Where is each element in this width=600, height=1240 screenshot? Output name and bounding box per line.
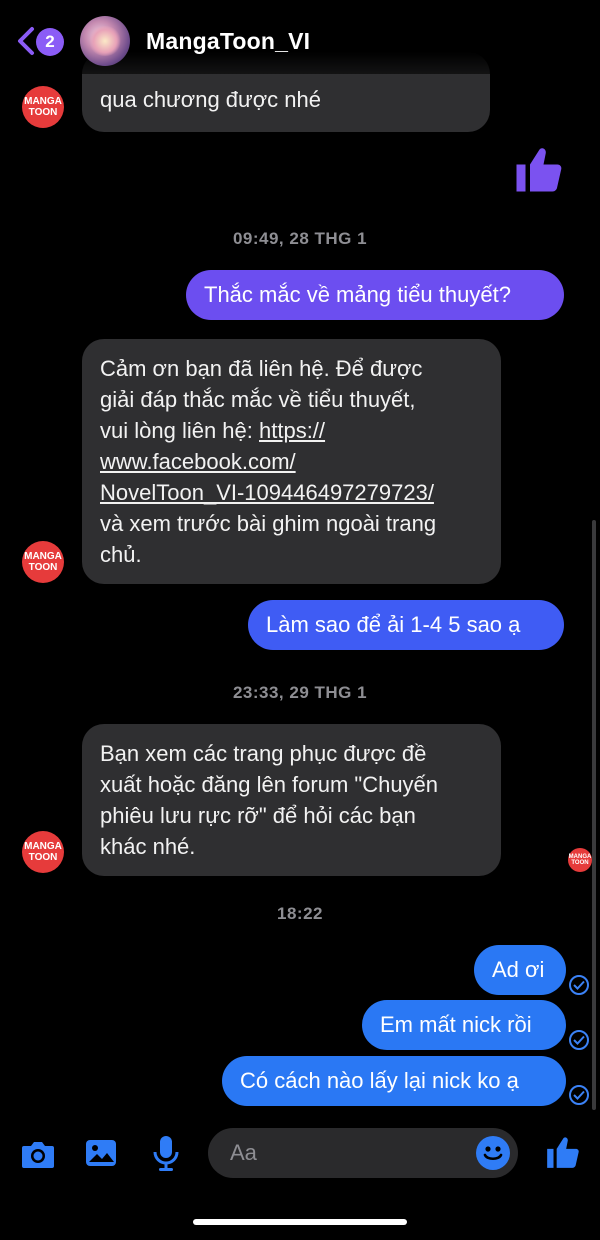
message-text: Cảm ơn bạn đã liên hệ. Để được [100, 356, 423, 381]
timestamp: 09:49, 28 THG 1 [232, 229, 368, 248]
message-bubble-outgoing[interactable]: Thắc mắc về mảng tiểu thuyết? [186, 270, 564, 320]
timestamp: 23:33, 29 THG 1 [232, 683, 368, 702]
unread-count-badge[interactable]: 2 [36, 28, 64, 56]
thumbs-up-sticker[interactable] [512, 142, 566, 201]
home-indicator[interactable] [193, 1219, 407, 1225]
camera-icon [22, 1142, 54, 1168]
emoji-icon[interactable] [476, 1136, 510, 1170]
contact-name[interactable]: MangaToon_VI [146, 28, 310, 55]
message-input-placeholder: Aa [230, 1140, 257, 1165]
camera-button[interactable] [20, 1138, 56, 1175]
message-link[interactable]: https:// [259, 418, 325, 443]
image-icon [86, 1140, 116, 1166]
message-link[interactable]: NovelToon_VI-109446497279723/ [100, 477, 483, 508]
seen-avatar: MANGA TOON [568, 848, 592, 872]
message-text: Thắc mắc về mảng tiểu thuyết? [204, 282, 511, 307]
message-bubble-incoming[interactable]: Bạn xem các trang phục được đề xuất hoặc… [82, 724, 501, 876]
message-bubble-incoming[interactable]: Cảm ơn bạn đã liên hệ. Để được giải đáp … [82, 339, 501, 584]
message-text: Có cách nào lấy lại nick ko ạ [240, 1068, 519, 1093]
back-button[interactable] [16, 26, 36, 56]
delivered-check-icon [569, 1085, 589, 1105]
message-text: và xem trước bài ghim ngoài trang [100, 511, 437, 536]
message-bubble-outgoing[interactable]: Làm sao để ải 1-4 5 sao ạ [248, 600, 564, 650]
message-bubble-outgoing[interactable]: Có cách nào lấy lại nick ko ạ [222, 1056, 566, 1106]
message-link[interactable]: www.facebook.com/ [100, 446, 483, 477]
thumbs-up-icon [547, 1137, 579, 1168]
gallery-button[interactable] [84, 1137, 118, 1174]
message-text: Bạn xem các trang phục được đề [100, 741, 427, 766]
message-input[interactable]: Aa [208, 1128, 518, 1178]
like-button[interactable] [544, 1133, 582, 1176]
message-text: phiêu lưu rực rỡ" để hỏi các bạn [100, 803, 416, 828]
message-text: Ad ơi [492, 957, 545, 982]
delivered-check-icon [569, 975, 589, 995]
mangatoon-avatar[interactable]: MANGA TOON [22, 541, 64, 583]
message-text: xuất hoặc đăng lên forum "Chuyến [100, 772, 439, 797]
message-text: giải đáp thắc mắc về tiểu thuyết, [100, 387, 416, 412]
message-text: vui lòng liên hệ: [100, 418, 259, 443]
microphone-button[interactable] [152, 1134, 180, 1177]
message-text: Em mất nick rồi [380, 1012, 532, 1037]
message-text: khác nhé. [100, 834, 196, 859]
mangatoon-avatar[interactable]: MANGA TOON [22, 86, 64, 128]
microphone-icon [153, 1136, 179, 1171]
delivered-check-icon [569, 1030, 589, 1050]
message-text: Làm sao để ải 1-4 5 sao ạ [266, 612, 521, 637]
message-bubble-outgoing[interactable]: Ad ơi [474, 945, 566, 995]
message-text: qua chương được nhé [100, 87, 321, 112]
scrollbar[interactable] [592, 520, 596, 1110]
chevron-left-icon [18, 27, 34, 55]
message-bubble-outgoing[interactable]: Em mất nick rồi [362, 1000, 566, 1050]
contact-avatar[interactable] [80, 16, 130, 66]
mangatoon-avatar[interactable]: MANGA TOON [22, 831, 64, 873]
timestamp: 18:22 [277, 904, 323, 923]
message-text: chủ. [100, 542, 142, 567]
